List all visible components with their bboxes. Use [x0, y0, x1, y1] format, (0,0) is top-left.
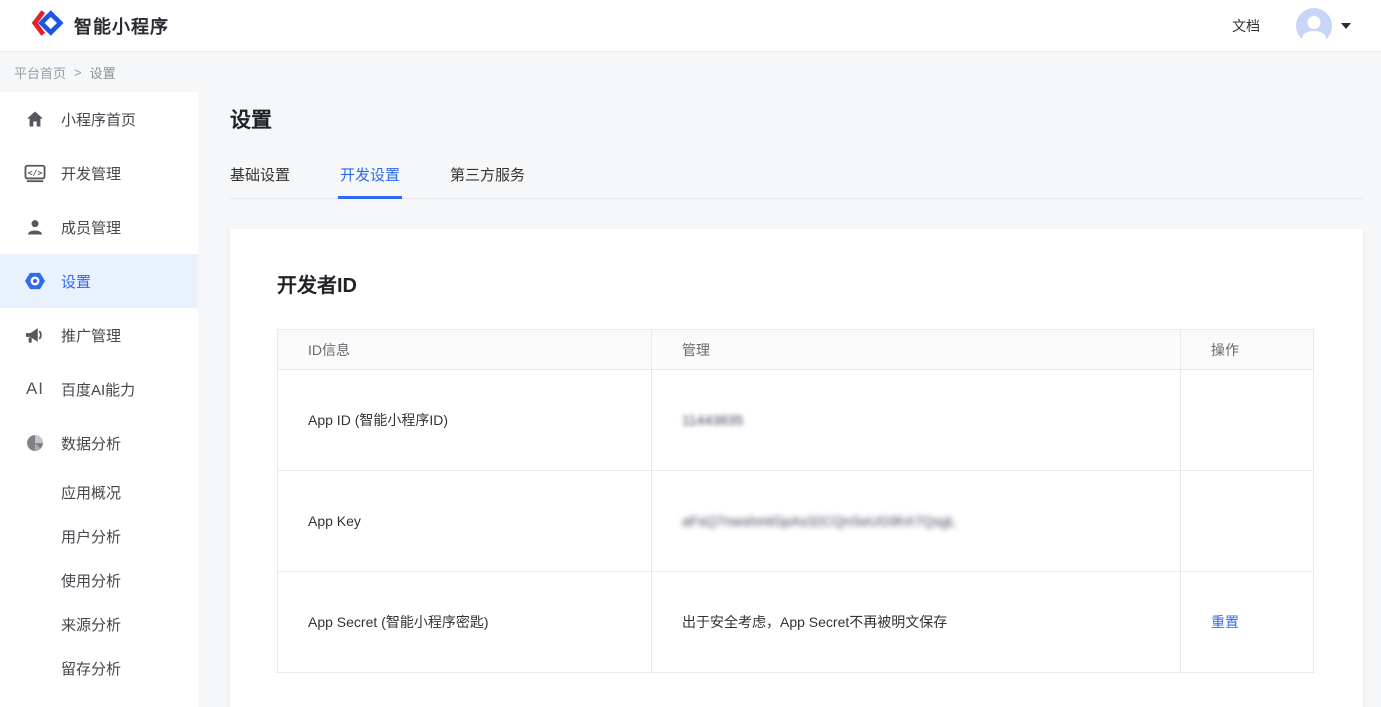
- brand[interactable]: 智能小程序: [30, 8, 169, 43]
- breadcrumb-current: 设置: [90, 63, 116, 82]
- settings-tabs: 基础设置 开发设置 第三方服务: [230, 164, 1363, 199]
- table-row-app-id: App ID (智能小程序ID) 11443835: [278, 370, 1314, 471]
- sidebar-item-promotion[interactable]: 推广管理: [0, 308, 198, 362]
- table-row-app-secret: App Secret (智能小程序密匙) 出于安全考虑，App Secret不再…: [278, 572, 1314, 673]
- app-key-value: aFsQ7nwshmtGpAs32CQnSeUG9hX7QsgL: [682, 513, 956, 529]
- doc-link[interactable]: 文档: [1232, 16, 1260, 36]
- user-menu[interactable]: [1296, 8, 1351, 44]
- code-icon: </>: [24, 162, 46, 184]
- main-content: 设置 基础设置 开发设置 第三方服务 开发者ID ID信息 管理 操作: [198, 92, 1381, 707]
- svg-text:</>: </>: [28, 167, 43, 177]
- ai-icon: AI: [24, 378, 46, 400]
- chevron-down-icon[interactable]: [1341, 23, 1351, 29]
- col-header-action: 操作: [1181, 330, 1314, 370]
- top-bar: 智能小程序 文档: [0, 0, 1381, 52]
- breadcrumb-home[interactable]: 平台首页: [14, 63, 66, 82]
- col-header-manage: 管理: [652, 330, 1181, 370]
- app-id-value: 11443835: [682, 412, 743, 428]
- settings-icon: [24, 270, 46, 292]
- sidebar-item-settings[interactable]: 设置: [0, 254, 198, 308]
- reset-secret-button[interactable]: 重置: [1211, 614, 1239, 630]
- developer-id-card: 开发者ID ID信息 管理 操作 App ID (智能小程序ID) 114438…: [230, 229, 1363, 707]
- table-row-app-key: App Key aFsQ7nwshmtGpAs32CQnSeUG9hX7QsgL: [278, 471, 1314, 572]
- sidebar-subitem-usage[interactable]: 使用分析: [0, 558, 198, 602]
- tab-third-party[interactable]: 第三方服务: [450, 164, 525, 198]
- app-secret-label: App Secret (智能小程序密匙): [278, 572, 652, 673]
- home-icon: [24, 108, 46, 130]
- tab-basic-settings[interactable]: 基础设置: [230, 164, 290, 198]
- breadcrumb-separator: >: [74, 65, 82, 80]
- sidebar-subitem-overview[interactable]: 应用概况: [0, 470, 198, 514]
- sidebar-item-members[interactable]: 成员管理: [0, 200, 198, 254]
- brand-name: 智能小程序: [74, 13, 169, 39]
- avatar[interactable]: [1296, 8, 1332, 44]
- sidebar-subitem-retention[interactable]: 留存分析: [0, 646, 198, 690]
- sidebar-item-analytics[interactable]: 数据分析: [0, 416, 198, 470]
- col-header-id-info: ID信息: [278, 330, 652, 370]
- member-icon: [24, 216, 46, 238]
- sidebar-subitem-users[interactable]: 用户分析: [0, 514, 198, 558]
- sidebar-item-dev[interactable]: </> 开发管理: [0, 146, 198, 200]
- sidebar-item-home[interactable]: 小程序首页: [0, 92, 198, 146]
- app-id-action-cell: [1181, 370, 1314, 471]
- tab-dev-settings[interactable]: 开发设置: [340, 164, 400, 198]
- breadcrumb: 平台首页 > 设置: [14, 63, 116, 82]
- sidebar-subitem-source[interactable]: 来源分析: [0, 602, 198, 646]
- app-secret-note: 出于安全考虑，App Secret不再被明文保存: [652, 572, 1181, 673]
- app-key-label: App Key: [278, 471, 652, 572]
- app-key-action-cell: [1181, 471, 1314, 572]
- page-title: 设置: [230, 104, 1363, 134]
- brand-logo-icon: [30, 8, 64, 43]
- sidebar: 小程序首页 </> 开发管理 成员管理: [0, 92, 198, 707]
- pie-chart-icon: [24, 432, 46, 454]
- sidebar-item-ai[interactable]: AI 百度AI能力: [0, 362, 198, 416]
- developer-id-table: ID信息 管理 操作 App ID (智能小程序ID) 11443835 App…: [277, 329, 1314, 673]
- breadcrumb-row: 平台首页 > 设置: [0, 52, 1381, 92]
- megaphone-icon: [24, 324, 46, 346]
- app-id-label: App ID (智能小程序ID): [278, 370, 652, 471]
- card-heading: 开发者ID: [277, 269, 1314, 298]
- table-header-row: ID信息 管理 操作: [278, 330, 1314, 370]
